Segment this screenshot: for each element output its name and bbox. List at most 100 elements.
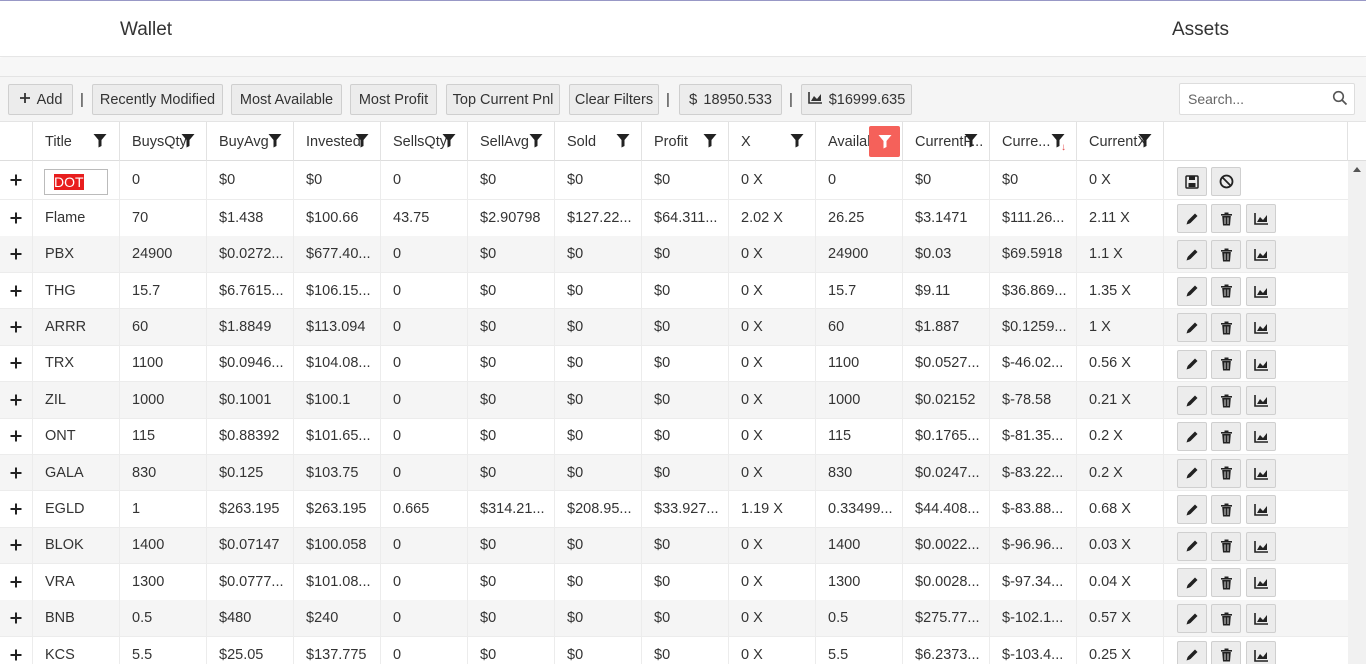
edit-button[interactable] [1177, 640, 1207, 664]
clear-filters-button[interactable]: Clear Filters [569, 84, 659, 115]
expand-row-button[interactable] [0, 636, 33, 664]
edit-button[interactable] [1177, 495, 1207, 525]
cell-sellsqty[interactable]: 0 [381, 161, 468, 199]
delete-button[interactable] [1211, 349, 1241, 379]
cell-availal[interactable]: 0 [816, 161, 903, 199]
chart-button[interactable] [1246, 640, 1276, 664]
dollar-icon: $ [689, 91, 698, 108]
expand-row-button[interactable] [0, 272, 33, 309]
funnel-icon[interactable] [703, 133, 717, 148]
chart-button[interactable] [1246, 568, 1276, 597]
cell-buysqty: 24900 [120, 236, 207, 272]
chart-button[interactable] [1246, 386, 1276, 415]
nav-wallet-link[interactable]: Wallet [120, 19, 172, 41]
expand-row-button[interactable] [0, 454, 33, 491]
edit-button[interactable] [1177, 458, 1207, 488]
cell-sellsqty: 0.665 [381, 491, 468, 527]
chart-button[interactable] [1246, 495, 1276, 525]
delete-button[interactable] [1211, 568, 1241, 597]
cell-curre[interactable]: $0 [990, 161, 1077, 199]
search-input[interactable]: Search... [1179, 83, 1355, 115]
funnel-icon[interactable] [869, 126, 900, 157]
edit-button[interactable] [1177, 313, 1207, 343]
recently-modified-button[interactable]: Recently Modified [92, 84, 223, 115]
cell-sold[interactable]: $0 [555, 161, 642, 199]
edit-button[interactable] [1177, 568, 1207, 597]
cell-availal: 0.5 [816, 600, 903, 636]
expand-row-button[interactable] [0, 236, 33, 272]
title-input[interactable]: DOT [44, 169, 108, 195]
cell-profit[interactable]: $0 [642, 161, 729, 199]
edit-button[interactable] [1177, 604, 1207, 634]
funnel-icon[interactable] [355, 133, 369, 148]
edit-button[interactable] [1177, 422, 1207, 452]
delete-button[interactable] [1211, 276, 1241, 306]
expand-row-button[interactable] [0, 345, 33, 382]
cell-x[interactable]: 0 X [729, 161, 816, 199]
delete-button[interactable] [1211, 458, 1241, 488]
chart-button[interactable] [1246, 276, 1276, 306]
most-available-button[interactable]: Most Available [231, 84, 342, 115]
delete-button[interactable] [1211, 240, 1241, 270]
delete-button[interactable] [1211, 531, 1241, 561]
vertical-scrollbar[interactable] [1348, 161, 1366, 664]
cell-sellavg[interactable]: $0 [468, 161, 555, 199]
edit-button[interactable] [1177, 204, 1207, 233]
floppy-icon [1185, 174, 1199, 189]
chart-button[interactable] [1246, 204, 1276, 233]
chart-button[interactable] [1246, 349, 1276, 379]
chart-button[interactable] [1246, 313, 1276, 343]
chart-button[interactable] [1246, 604, 1276, 634]
delete-button[interactable] [1211, 640, 1241, 664]
cell-currentx[interactable]: 0 X [1077, 161, 1164, 199]
funnel-icon[interactable] [529, 133, 543, 148]
funnel-icon[interactable] [93, 133, 107, 148]
funnel-icon[interactable] [790, 133, 804, 148]
cancel-button[interactable] [1211, 167, 1241, 196]
edit-button[interactable] [1177, 349, 1207, 379]
cell-buysqty[interactable]: 0 [120, 161, 207, 199]
invested-total-button[interactable]: $ 18950.533 [679, 84, 782, 115]
funnel-icon[interactable] [268, 133, 282, 148]
cell-currentp[interactable]: $0 [903, 161, 990, 199]
delete-button[interactable] [1211, 495, 1241, 525]
funnel-icon[interactable] [1138, 133, 1152, 148]
most-profit-button[interactable]: Most Profit [350, 84, 437, 115]
chart-button[interactable] [1246, 458, 1276, 488]
edit-button[interactable] [1177, 531, 1207, 561]
funnel-icon[interactable] [181, 133, 195, 148]
add-button[interactable]: Add [8, 84, 73, 115]
cell-invested[interactable]: $0 [294, 161, 381, 199]
funnel-icon[interactable] [964, 133, 978, 148]
chart-button[interactable] [1246, 422, 1276, 452]
expand-row-button[interactable] [0, 564, 33, 600]
expand-row-button[interactable] [0, 418, 33, 454]
delete-button[interactable] [1211, 313, 1241, 343]
expand-row-button[interactable] [0, 161, 33, 199]
edit-button[interactable] [1177, 240, 1207, 270]
expand-row-button[interactable] [0, 309, 33, 345]
delete-button[interactable] [1211, 604, 1241, 634]
expand-row-button[interactable] [0, 382, 33, 418]
expand-row-button[interactable] [0, 491, 33, 527]
cell-buyavg[interactable]: $0 [207, 161, 294, 199]
current-total-button[interactable]: $16999.635 [801, 84, 912, 115]
edit-button[interactable] [1177, 276, 1207, 306]
delete-button[interactable] [1211, 386, 1241, 415]
delete-button[interactable] [1211, 422, 1241, 452]
edit-button[interactable] [1177, 386, 1207, 415]
funnel-icon[interactable] [442, 133, 456, 148]
cell-title: ZIL [33, 382, 120, 418]
chart-button[interactable] [1246, 240, 1276, 270]
top-current-pnl-button[interactable]: Top Current Pnl [446, 84, 560, 115]
search-icon[interactable] [1332, 90, 1348, 106]
funnel-icon[interactable] [616, 133, 630, 148]
expand-row-button[interactable] [0, 200, 33, 236]
expand-row-button[interactable] [0, 600, 33, 636]
delete-button[interactable] [1211, 204, 1241, 233]
scroll-up-icon[interactable] [1353, 167, 1361, 172]
chart-button[interactable] [1246, 531, 1276, 561]
save-button[interactable] [1177, 167, 1207, 196]
nav-assets-link[interactable]: Assets [1172, 19, 1229, 41]
expand-row-button[interactable] [0, 527, 33, 564]
